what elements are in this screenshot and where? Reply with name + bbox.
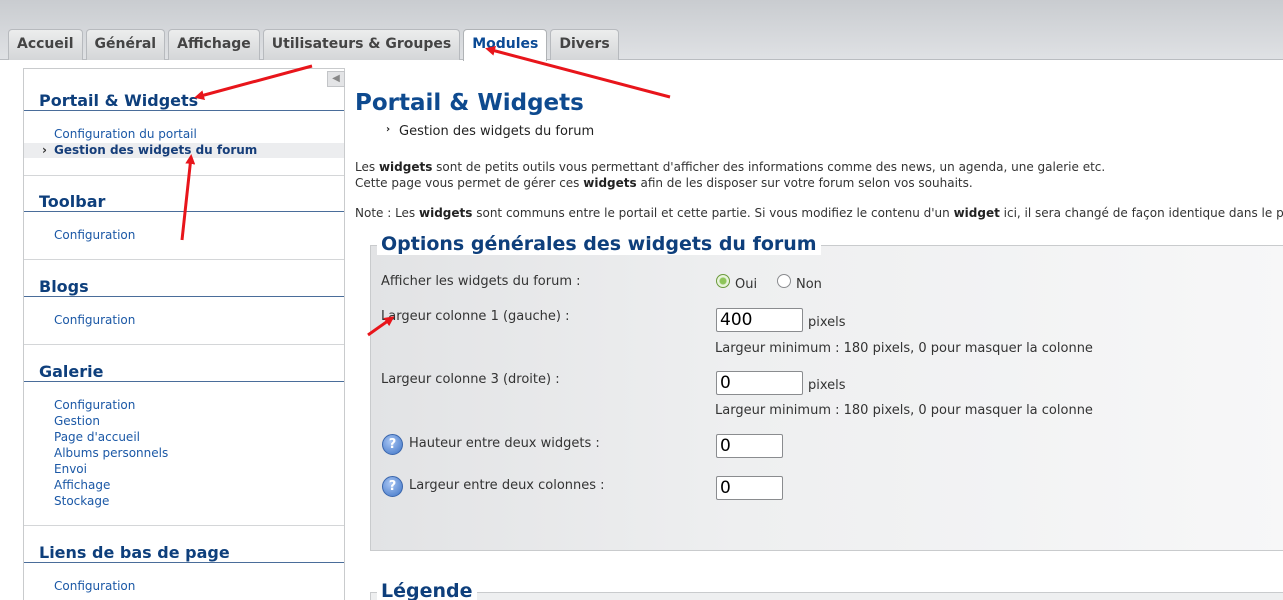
widget-spacing-label: Hauteur entre deux widgets : — [409, 436, 600, 451]
show-widgets-label: Afficher les widgets du forum : — [381, 274, 581, 289]
help-icon[interactable]: ? — [382, 476, 403, 497]
triangle-left-icon: ◀ — [332, 73, 340, 84]
legend-title: Légende — [377, 580, 477, 600]
col3-width-input[interactable]: 0 — [716, 371, 803, 395]
sidebar-item-liens-configuration[interactable]: Configuration — [54, 579, 135, 593]
col3-unit: pixels — [808, 378, 846, 393]
column-spacing-input[interactable]: 0 — [716, 476, 783, 500]
col1-unit: pixels — [808, 315, 846, 330]
sidebar-section-title-portail: Portail & Widgets — [39, 91, 199, 110]
section-divider — [24, 562, 344, 563]
sidebar-item-galerie-affichage[interactable]: Affichage — [54, 478, 110, 492]
col1-label: Largeur colonne 1 (gauche) : — [381, 309, 570, 324]
chevron-right-icon: › — [42, 143, 47, 157]
sidebar-section-title-blogs: Blogs — [39, 277, 89, 296]
col1-hint: Largeur minimum : 180 pixels, 0 pour mas… — [715, 341, 1093, 356]
sidebar-item-galerie-accueil[interactable]: Page d'accueil — [54, 430, 140, 444]
tab-accueil[interactable]: Accueil — [8, 29, 83, 60]
col3-hint: Largeur minimum : 180 pixels, 0 pour mas… — [715, 403, 1093, 418]
breadcrumb-item: Gestion des widgets du forum — [399, 124, 595, 139]
col1-width-input[interactable]: 400 — [716, 308, 803, 332]
page-title: Portail & Widgets — [355, 90, 584, 116]
sidebar-item-configuration-portail[interactable]: Configuration du portail — [54, 127, 197, 141]
tab-general[interactable]: Général — [85, 29, 166, 60]
tab-divers[interactable]: Divers — [550, 29, 619, 60]
sidebar-item-galerie-configuration[interactable]: Configuration — [54, 398, 135, 412]
section-divider — [24, 211, 344, 212]
section-divider — [24, 259, 344, 260]
sidebar-item-galerie-envoi[interactable]: Envoi — [54, 462, 87, 476]
column-spacing-label: Largeur entre deux colonnes : — [409, 478, 605, 493]
show-widgets-radio-oui[interactable] — [716, 274, 730, 288]
intro-note: Note : Les widgets sont communs entre le… — [355, 206, 1283, 220]
sidebar-item-galerie-stockage[interactable]: Stockage — [54, 494, 109, 508]
options-legend: Options générales des widgets du forum — [377, 233, 821, 255]
help-icon[interactable]: ? — [382, 434, 403, 455]
section-divider — [24, 525, 344, 526]
chevron-right-icon: › — [386, 124, 391, 135]
section-divider — [24, 175, 344, 176]
sidebar: Portail & Widgets Configuration du porta… — [23, 68, 345, 600]
show-widgets-radio-non[interactable] — [777, 274, 791, 288]
section-divider — [24, 344, 344, 345]
widget-spacing-input[interactable]: 0 — [716, 434, 783, 458]
intro-line-2: Cette page vous permet de gérer ces widg… — [355, 176, 973, 190]
sidebar-item-gestion-widgets[interactable]: › Gestion des widgets du forum — [24, 143, 344, 158]
section-divider — [24, 296, 344, 297]
sidebar-item-galerie-gestion[interactable]: Gestion — [54, 414, 100, 428]
section-divider — [24, 381, 344, 382]
radio-label-non: Non — [796, 277, 822, 292]
tab-utilisateurs-groupes[interactable]: Utilisateurs & Groupes — [262, 29, 461, 60]
main-tabs: Accueil Général Affichage Utilisateurs &… — [8, 29, 622, 61]
sidebar-section-title-galerie: Galerie — [39, 362, 104, 381]
legend-fieldset — [370, 592, 1283, 600]
intro-line-1: Les widgets sont de petits outils vous p… — [355, 160, 1106, 174]
sidebar-section-title-toolbar: Toolbar — [39, 192, 106, 211]
sidebar-item-blogs-configuration[interactable]: Configuration — [54, 313, 135, 327]
options-fieldset — [370, 245, 1283, 551]
tab-affichage[interactable]: Affichage — [168, 29, 260, 60]
sidebar-item-galerie-albums[interactable]: Albums personnels — [54, 446, 168, 460]
tab-modules[interactable]: Modules — [463, 29, 548, 61]
sidebar-item-label: Gestion des widgets du forum — [54, 143, 258, 157]
sidebar-section-title-liens: Liens de bas de page — [39, 543, 230, 562]
sidebar-item-toolbar-configuration[interactable]: Configuration — [54, 228, 135, 242]
collapse-sidebar-button[interactable]: ◀ — [327, 71, 345, 87]
radio-label-oui: Oui — [735, 277, 758, 292]
section-divider — [24, 110, 344, 111]
col3-label: Largeur colonne 3 (droite) : — [381, 372, 560, 387]
